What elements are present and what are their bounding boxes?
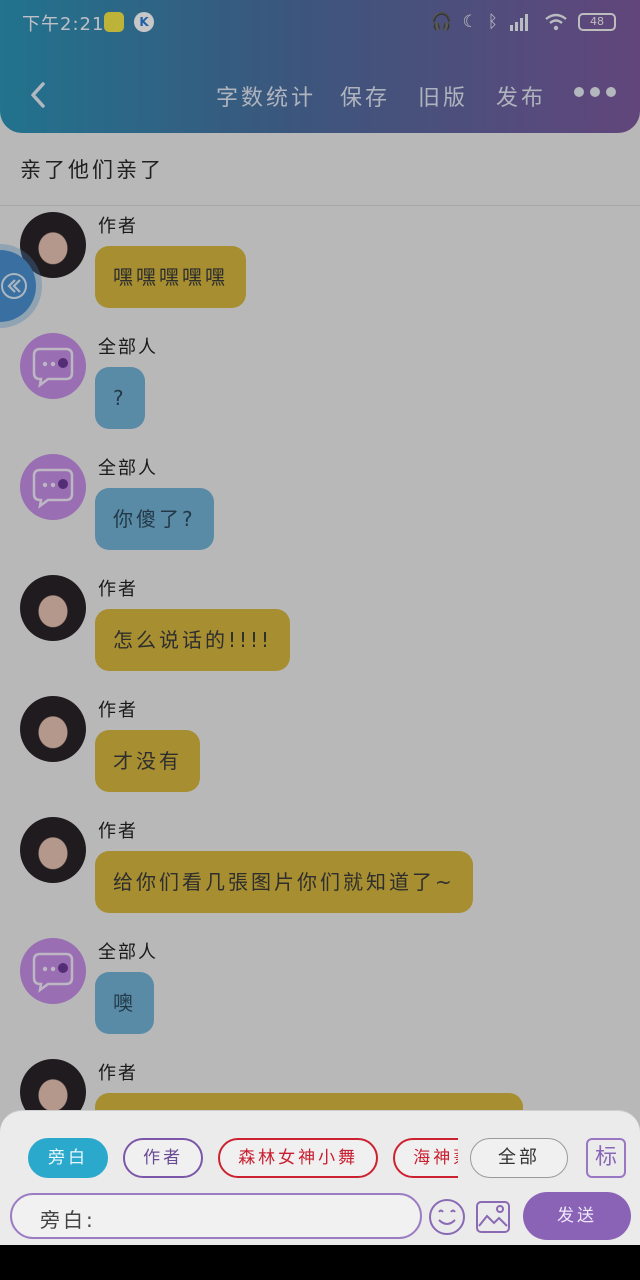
author-avatar[interactable] [20,817,86,883]
message-sender: 全部人 [98,942,158,963]
message-bubble[interactable]: ? [95,367,145,429]
message-bubble[interactable]: 噢 [95,972,154,1034]
message-sender: 作者 [98,579,138,600]
author-avatar[interactable] [20,696,86,762]
message-sender: 作者 [98,216,138,237]
role-chip-sea-god[interactable]: 海神蒹儿 [393,1138,458,1178]
group-avatar[interactable] [20,333,86,399]
role-chip-forest-goddess[interactable]: 森林女神小舞 [218,1138,379,1178]
top-nav: 字数统计 保存 旧版 发布 [0,68,640,124]
moon-icon: ☾ [462,12,478,32]
group-avatar[interactable] [20,938,86,1004]
role-chip-narration[interactable]: 旁白 [28,1138,108,1178]
publish-button[interactable]: 发布 [496,80,546,112]
message-bubble[interactable]: 给你们看几張图片你们就知道了~ [95,851,473,913]
headphones-icon: 🎧 [431,12,453,32]
more-options-icon[interactable] [574,87,616,97]
word-count-button[interactable]: 字数统计 [216,80,316,112]
chat-bubble-icon [32,347,74,388]
signal-icon [510,14,528,31]
app-notification-icon [104,12,124,32]
back-arrow-icon[interactable] [24,78,54,112]
image-icon[interactable] [473,1197,513,1237]
mark-button[interactable]: 标 [586,1138,626,1178]
story-title-bar: 亲了他们亲了 [0,138,640,206]
status-bar: 下午2:21 K 🎧 ☾ ᛒ 48 [0,0,640,44]
screen: 下午2:21 K 🎧 ☾ ᛒ 48 字数统计 保存 旧版 发布 亲了他们亲了 作… [0,0,640,1280]
header: 下午2:21 K 🎧 ☾ ᛒ 48 字数统计 保存 旧版 发布 [0,0,640,133]
message-bubble[interactable]: 才没有 [95,730,200,792]
author-avatar[interactable] [20,575,86,641]
emoji-icon[interactable] [427,1197,467,1237]
save-button[interactable]: 保存 [340,80,390,112]
message-bubble[interactable]: 嘿嘿嘿嘿嘿 [95,246,246,308]
old-version-button[interactable]: 旧版 [418,80,468,112]
compose-panel: 旁白 作者 森林女神小舞 海神蒹儿 全部 标 旁白: 发送 [0,1110,640,1245]
input-role-label: 旁白: [40,1208,96,1232]
bluetooth-icon: ᛒ [487,12,498,32]
message-sender: 全部人 [98,337,158,358]
wifi-icon [545,13,567,31]
story-title: 亲了他们亲了 [20,158,164,182]
group-avatar[interactable] [20,454,86,520]
status-icons: 🎧 ☾ ᛒ 48 [431,10,616,34]
send-button[interactable]: 发送 [523,1192,631,1240]
status-time: 下午2:21 [22,14,105,35]
message-input[interactable]: 旁白: [10,1193,422,1239]
role-chip-author[interactable]: 作者 [123,1138,204,1178]
message-sender: 作者 [98,700,138,721]
message-bubble[interactable]: 你傻了? [95,488,214,550]
message-sender: 作者 [98,1063,138,1084]
double-chevron-left-icon [1,273,27,299]
system-nav-bar [0,1245,640,1280]
chat-bubble-icon [32,468,74,509]
message-sender: 全部人 [98,458,158,479]
chat-bubble-icon [32,952,74,993]
battery-icon: 48 [578,13,616,31]
message-bubble[interactable]: 怎么说话的!!!! [95,609,291,671]
k-app-icon: K [134,12,154,32]
all-roles-chip[interactable]: 全部 [470,1138,568,1178]
message-sender: 作者 [98,821,138,842]
role-selector: 旁白 作者 森林女神小舞 海神蒹儿 [28,1138,458,1180]
